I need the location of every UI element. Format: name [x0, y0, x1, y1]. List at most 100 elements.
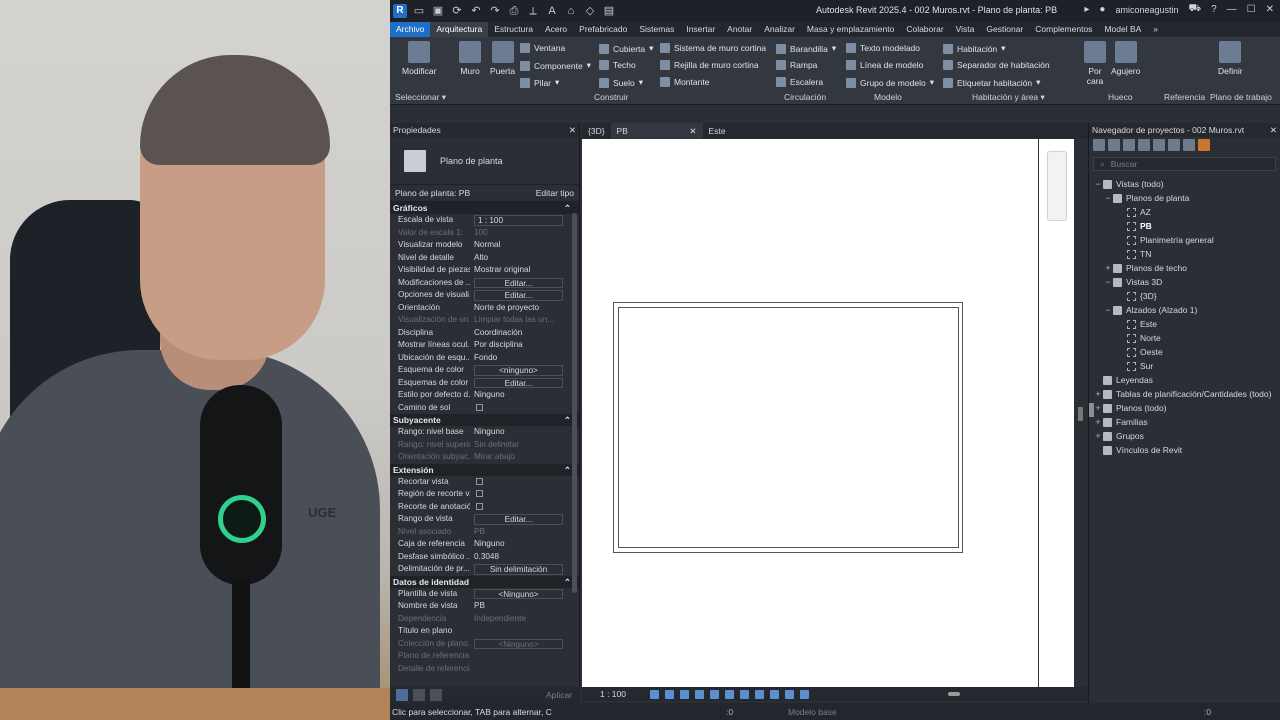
ribbon-tab[interactable]: Acero — [539, 22, 573, 37]
property-row[interactable]: Disciplina Coordinación — [390, 327, 579, 340]
browser-tree-item[interactable]: PB — [1089, 219, 1280, 233]
browser-tree-item[interactable]: Leyendas — [1089, 373, 1280, 387]
by-face-button[interactable]: Por cara — [1080, 41, 1110, 86]
tag-room-button[interactable]: Etiquetar habitación ▾ — [943, 77, 1040, 88]
property-row[interactable]: Valor de escala 1: 100 — [390, 227, 579, 240]
browser-family-icon[interactable] — [1168, 139, 1180, 151]
property-row[interactable]: Rango: nivel superior Sin delimitar — [390, 439, 579, 452]
tree-toggle-icon[interactable]: + — [1093, 415, 1103, 429]
browser-tree-item[interactable]: + Planos de techo — [1089, 261, 1280, 275]
property-value[interactable]: Fondo — [470, 352, 579, 365]
property-value[interactable]: Alto — [470, 252, 579, 265]
property-checkbox[interactable] — [476, 403, 483, 411]
ribbon-tab[interactable]: Model BA — [1098, 22, 1147, 37]
instance-filter[interactable]: Plano de planta: PB — [395, 188, 470, 198]
mullion-button[interactable]: Montante — [660, 77, 709, 87]
view-tab[interactable]: PB ✕ — [610, 123, 703, 139]
stair-button[interactable]: Escalera — [776, 77, 823, 87]
property-value[interactable]: 1 : 100 — [474, 215, 563, 226]
property-row[interactable]: Visibilidad de piezas Mostrar original — [390, 264, 579, 277]
property-value[interactable]: Editar... — [474, 290, 563, 301]
property-row[interactable]: Camino de sol — [390, 402, 579, 415]
ribbon-tab[interactable]: Anotar — [721, 22, 758, 37]
browser-tree-item[interactable]: + Familias — [1089, 415, 1280, 429]
ribbon-tab[interactable]: Arquitectura — [430, 22, 489, 37]
property-row[interactable]: Plano de referencia — [390, 650, 579, 663]
browser-tree-item[interactable]: {3D} — [1089, 289, 1280, 303]
save-icon[interactable]: ▣ — [431, 4, 445, 18]
horizontal-scroll-thumb[interactable] — [948, 692, 960, 696]
ribbon-tab[interactable]: Archivo — [390, 22, 431, 37]
property-value[interactable]: Mirar abajo — [470, 451, 579, 464]
section-extents[interactable]: Extensión ⌃ — [390, 463, 579, 476]
property-value[interactable]: Limpiar todas las un... — [470, 314, 579, 327]
cart-icon[interactable]: ⛟ — [1188, 3, 1201, 16]
tree-toggle-icon[interactable]: − — [1093, 177, 1103, 191]
property-value[interactable]: PB — [470, 526, 579, 539]
browser-scrollbar[interactable] — [1089, 403, 1094, 417]
lock-view-icon[interactable] — [740, 689, 749, 699]
property-row[interactable]: Nombre de vista PB — [390, 600, 579, 613]
type-selector[interactable]: Plano de planta — [390, 137, 579, 185]
property-row[interactable]: Detalle de referencia — [390, 663, 579, 676]
property-row[interactable]: Mostrar líneas ocul... Por disciplina — [390, 339, 579, 352]
property-row[interactable]: Orientación Norte de proyecto — [390, 302, 579, 315]
curtain-grid-button[interactable]: Rejilla de muro cortina — [660, 60, 759, 70]
property-row[interactable]: Colección de plano... <Ninguno> — [390, 638, 579, 651]
ribbon-tab[interactable]: Sistemas — [633, 22, 680, 37]
browser-tree-item[interactable]: Vínculos de Revit — [1089, 443, 1280, 457]
property-row[interactable]: Rango de vista Editar... — [390, 513, 579, 526]
tree-toggle-icon[interactable]: + — [1093, 429, 1103, 443]
browser-schedule-icon[interactable] — [1138, 139, 1150, 151]
ribbon-tab[interactable]: Complementos — [1029, 22, 1098, 37]
roof-button[interactable]: Cubierta ▾ — [599, 43, 653, 54]
highlight-displacement-icon[interactable] — [800, 689, 809, 699]
browser-tree-item[interactable]: Oeste — [1089, 345, 1280, 359]
browser-home-icon[interactable] — [1093, 139, 1105, 151]
property-checkbox[interactable] — [476, 477, 483, 485]
property-value[interactable]: Editar... — [474, 277, 563, 288]
property-value[interactable] — [470, 476, 579, 489]
property-row[interactable]: Nivel asociado PB — [390, 526, 579, 539]
wall-inner-line[interactable] — [618, 307, 959, 548]
redo-icon[interactable]: ↷ — [488, 4, 502, 18]
property-row[interactable]: Nivel de detalle Alto — [390, 252, 579, 265]
tree-toggle-icon[interactable]: − — [1103, 275, 1113, 289]
room-button[interactable]: Habitación ▾ — [943, 43, 1005, 54]
property-value[interactable]: Editar... — [474, 514, 563, 525]
property-row[interactable]: Esquemas de color ... Editar... — [390, 377, 579, 390]
property-value[interactable] — [470, 488, 579, 501]
property-value[interactable] — [470, 663, 579, 676]
more-tabs-icon[interactable]: » — [1147, 22, 1164, 37]
3d-view-icon[interactable]: ⌂ — [564, 4, 578, 18]
property-checkbox[interactable] — [476, 502, 483, 510]
reveal-hidden-icon[interactable] — [770, 689, 779, 699]
property-value[interactable]: 0.3048 — [470, 551, 579, 564]
browser-tree-item[interactable]: + Planos (todo) — [1089, 401, 1280, 415]
property-row[interactable]: Plantilla de vista <Ninguno> — [390, 588, 579, 601]
property-value[interactable]: <ninguno> — [474, 365, 563, 376]
property-value[interactable]: Sin delimitación — [474, 564, 563, 575]
filter-count[interactable]: :0 — [1204, 707, 1211, 717]
view-vertical-scrollbar[interactable] — [1074, 139, 1088, 687]
set-workplane-button[interactable]: Definir — [1218, 41, 1243, 76]
shadows-icon[interactable] — [695, 689, 704, 699]
select-dropdown[interactable]: Seleccionar ▾ — [395, 92, 446, 103]
ramp-button[interactable]: Rampa — [776, 60, 817, 70]
property-value[interactable]: Ninguno — [470, 426, 579, 439]
ribbon-tab[interactable]: Gestionar — [980, 22, 1029, 37]
property-row[interactable]: Esquema de color <ninguno> — [390, 364, 579, 377]
property-row[interactable]: Región de recorte v... — [390, 488, 579, 501]
browser-tree-item[interactable]: Norte — [1089, 331, 1280, 345]
wall-button[interactable]: Muro — [459, 41, 481, 76]
property-row[interactable]: Opciones de visuali... Editar... — [390, 289, 579, 302]
browser-sheet-icon[interactable] — [1123, 139, 1135, 151]
property-row[interactable]: Recortar vista — [390, 476, 579, 489]
floor-button[interactable]: Suelo ▾ — [599, 77, 643, 88]
railing-button[interactable]: Barandilla ▾ — [776, 43, 836, 54]
browser-legend-icon[interactable] — [1153, 139, 1165, 151]
print-icon[interactable]: ⎙ — [507, 4, 521, 18]
column-button[interactable]: Pilar ▾ — [520, 77, 559, 88]
property-row[interactable]: Delimitación de pr... Sin delimitación — [390, 563, 579, 576]
sync-icon[interactable]: ⟳ — [450, 4, 464, 18]
